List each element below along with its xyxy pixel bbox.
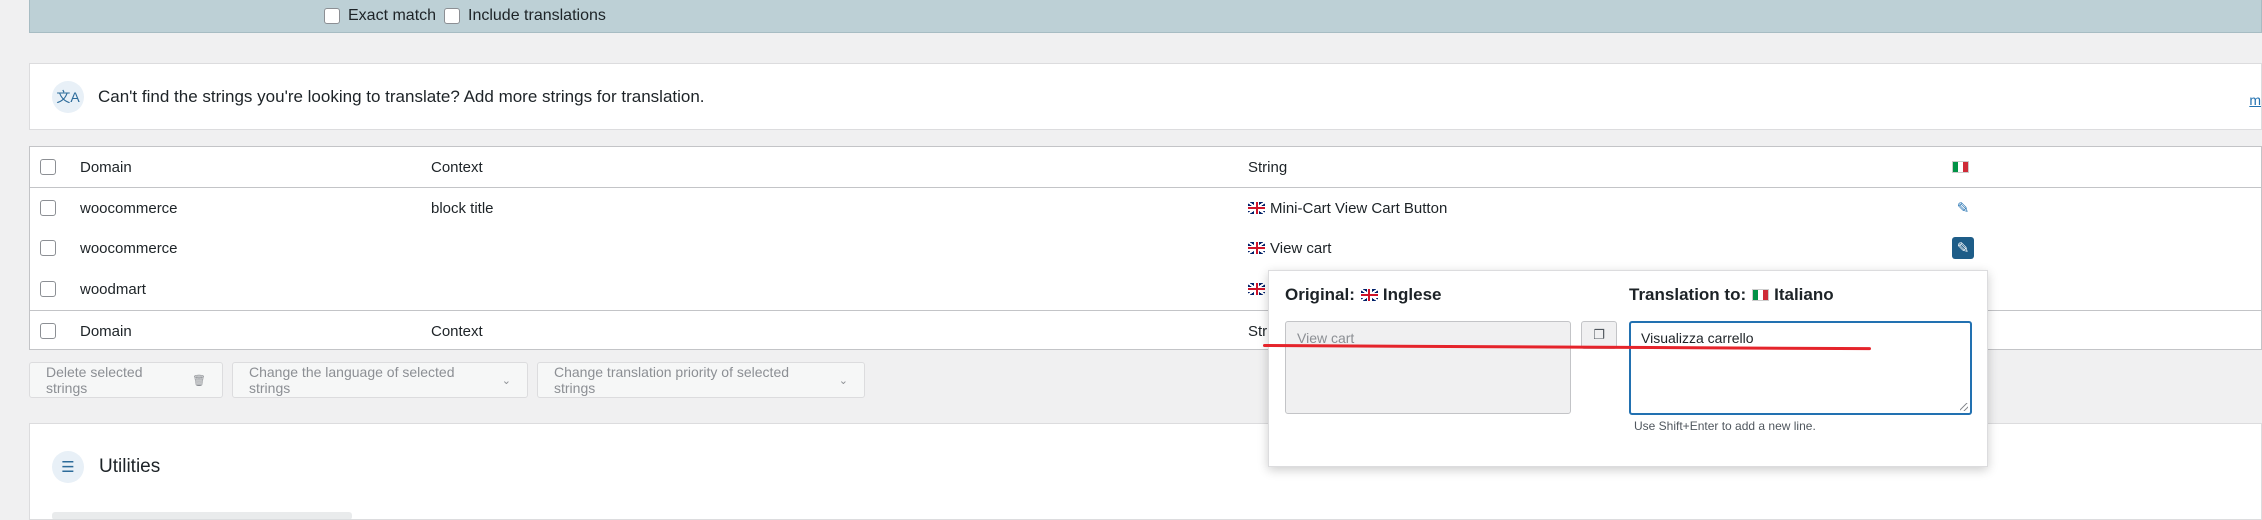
include-translations-option[interactable]: Include translations <box>444 7 606 25</box>
row-domain: woodmart <box>80 280 146 298</box>
edit-translation-icon-active[interactable]: ✎ <box>1952 237 1974 259</box>
change-language-label: Change the language of selected strings <box>249 364 455 396</box>
translation-label: Translation to: <box>1629 285 1747 304</box>
row-checkbox[interactable] <box>40 240 56 256</box>
exact-match-checkbox[interactable] <box>324 8 340 24</box>
chevron-down-icon: ⌄ <box>838 374 848 387</box>
include-translations-checkbox[interactable] <box>444 8 460 24</box>
sliders-icon: ☰ <box>52 451 84 483</box>
change-language-button[interactable]: Change the language of selected strings … <box>232 362 528 398</box>
trash-icon: 🗑 <box>192 374 206 387</box>
english-flag-icon <box>1248 202 1265 214</box>
footer-header-domain[interactable]: Domain <box>80 311 132 351</box>
row-string: View cart <box>1270 239 1332 257</box>
italian-flag-icon <box>1752 289 1770 301</box>
edit-translation-icon[interactable]: ✎ <box>1952 197 1974 219</box>
exact-match-label: Exact match <box>348 7 437 24</box>
row-domain: woocommerce <box>80 199 178 217</box>
row-context: block title <box>431 199 494 217</box>
delete-selected-button[interactable]: Delete selected strings 🗑 <box>29 362 223 398</box>
row-checkbox[interactable] <box>40 281 56 297</box>
utilities-title: Utilities <box>99 456 161 477</box>
translation-editor-popup: Original: Inglese Translation to: Italia… <box>1268 270 1988 467</box>
change-priority-button[interactable]: Change translation priority of selected … <box>537 362 865 398</box>
select-all-checkbox[interactable] <box>40 159 56 175</box>
footer-header-context[interactable]: Context <box>431 311 483 351</box>
column-header-domain[interactable]: Domain <box>80 147 132 187</box>
exact-match-option[interactable]: Exact match <box>324 7 436 25</box>
change-priority-label: Change translation priority of selected … <box>554 364 790 396</box>
table-row: woocommerce View cart ✎ <box>30 228 2261 268</box>
italian-flag-icon <box>1952 161 1969 173</box>
notice-more-link[interactable]: m <box>2249 92 2261 108</box>
original-text-field: View cart <box>1285 321 1571 414</box>
table-header-row: Domain Context String <box>30 147 2261 188</box>
select-all-footer-checkbox[interactable] <box>40 323 56 339</box>
add-strings-notice: 文A Can't find the strings you're looking… <box>29 63 2262 130</box>
copy-icon: ❐ <box>1593 327 1605 342</box>
row-checkbox[interactable] <box>40 200 56 216</box>
include-translations-label: Include translations <box>468 7 606 24</box>
delete-selected-label: Delete selected strings <box>46 364 143 396</box>
translation-heading: Translation to: Italiano <box>1629 285 1834 305</box>
column-header-string[interactable]: String <box>1248 147 1287 187</box>
translate-icon: 文A <box>52 80 84 113</box>
row-domain: woocommerce <box>80 239 178 257</box>
translation-textarea[interactable]: Visualizza carrello <box>1629 321 1972 415</box>
newline-hint: Use Shift+Enter to add a new line. <box>1634 419 1816 433</box>
resize-handle[interactable] <box>1960 403 1968 411</box>
english-flag-icon <box>1248 283 1265 295</box>
original-language: Inglese <box>1382 285 1442 304</box>
translation-value: Visualizza carrello <box>1641 330 1754 346</box>
notice-text: Can't find the strings you're looking to… <box>98 86 705 106</box>
search-filters-bar: Exact match Include translations <box>29 0 2262 33</box>
original-heading: Original: Inglese <box>1285 285 1442 305</box>
table-row: woocommerce block title Mini-Cart View C… <box>30 188 2261 228</box>
original-label: Original: <box>1285 285 1355 304</box>
chevron-down-icon: ⌄ <box>501 374 511 387</box>
row-string: Mini-Cart View Cart Button <box>1270 199 1448 217</box>
english-flag-icon <box>1360 289 1378 301</box>
translation-language: Italiano <box>1774 285 1834 304</box>
utilities-next-line <box>52 512 352 520</box>
column-header-context[interactable]: Context <box>431 147 483 187</box>
english-flag-icon <box>1248 242 1265 254</box>
